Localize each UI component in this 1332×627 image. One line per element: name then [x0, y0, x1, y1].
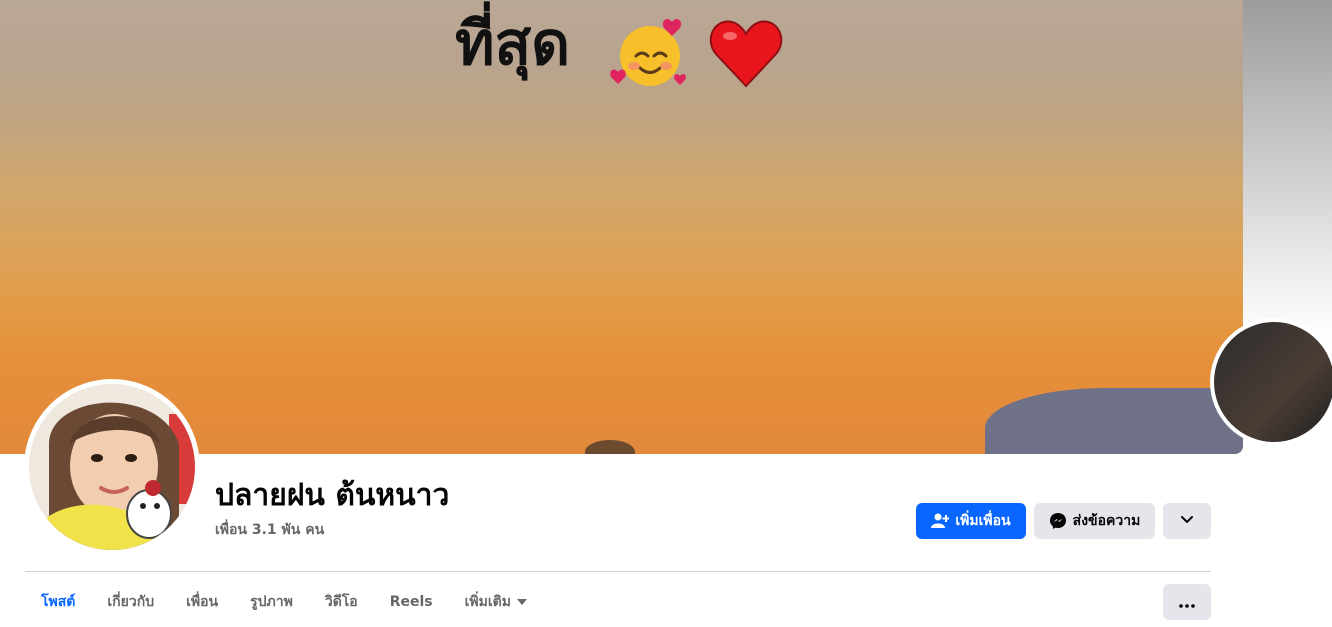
profile-photo: [29, 384, 195, 550]
profile-divider: [25, 571, 1211, 572]
cover-rock-silhouette: [585, 440, 635, 454]
chevron-down-icon: [1180, 513, 1194, 529]
smiling-face-with-hearts-icon: [610, 19, 686, 86]
ellipsis-icon: [1179, 593, 1195, 612]
messenger-icon: [1049, 512, 1067, 530]
send-message-button[interactable]: ส่งข้อความ: [1034, 503, 1155, 539]
tab-videos[interactable]: วิดีโอ: [309, 584, 374, 620]
side-avatar-photo: [1214, 322, 1332, 442]
profile-name: ปลายฝน ต้นหนาว: [215, 478, 450, 513]
red-heart-icon: [709, 20, 783, 88]
cover-side-avatar[interactable]: [1210, 318, 1332, 446]
profile-photo-illustration: [29, 384, 195, 550]
tab-photos[interactable]: รูปภาพ: [234, 584, 309, 620]
tab-reels-label: Reels: [389, 594, 433, 610]
more-options-button[interactable]: [1163, 503, 1211, 539]
tab-reels[interactable]: Reels: [374, 584, 449, 620]
profile-tabs: โพสต์ เกี่ยวกับ เพื่อน รูปภาพ วิดีโอ Ree…: [25, 584, 543, 620]
tab-posts-label: โพสต์: [41, 594, 76, 610]
tab-about[interactable]: เกี่ยวกับ: [91, 584, 170, 620]
cover-photo[interactable]: ที่สุด: [0, 0, 1243, 454]
friends-count[interactable]: เพื่อน 3.1 พัน คน: [215, 520, 324, 540]
background-gradient: [1243, 0, 1332, 340]
caret-down-icon: [516, 599, 527, 605]
profile-options-button[interactable]: [1163, 584, 1211, 620]
tab-photos-label: รูปภาพ: [250, 594, 293, 610]
send-message-label: ส่งข้อความ: [1072, 513, 1141, 529]
tab-more[interactable]: เพิ่มเติม: [449, 584, 543, 620]
tab-posts[interactable]: โพสต์: [25, 584, 91, 620]
add-friend-button[interactable]: เพิ่มเพื่อน: [916, 503, 1026, 539]
profile-picture[interactable]: [24, 379, 200, 555]
add-person-icon: [931, 513, 950, 529]
tab-about-label: เกี่ยวกับ: [107, 594, 155, 610]
cover-mountain-silhouette: [985, 388, 1243, 454]
tab-more-label: เพิ่มเติม: [464, 594, 511, 610]
cover-caption: ที่สุด: [455, 9, 571, 79]
tab-friends[interactable]: เพื่อน: [170, 584, 234, 620]
tab-videos-label: วิดีโอ: [324, 594, 358, 610]
tab-friends-label: เพื่อน: [186, 594, 219, 610]
add-friend-label: เพิ่มเพื่อน: [955, 513, 1011, 529]
